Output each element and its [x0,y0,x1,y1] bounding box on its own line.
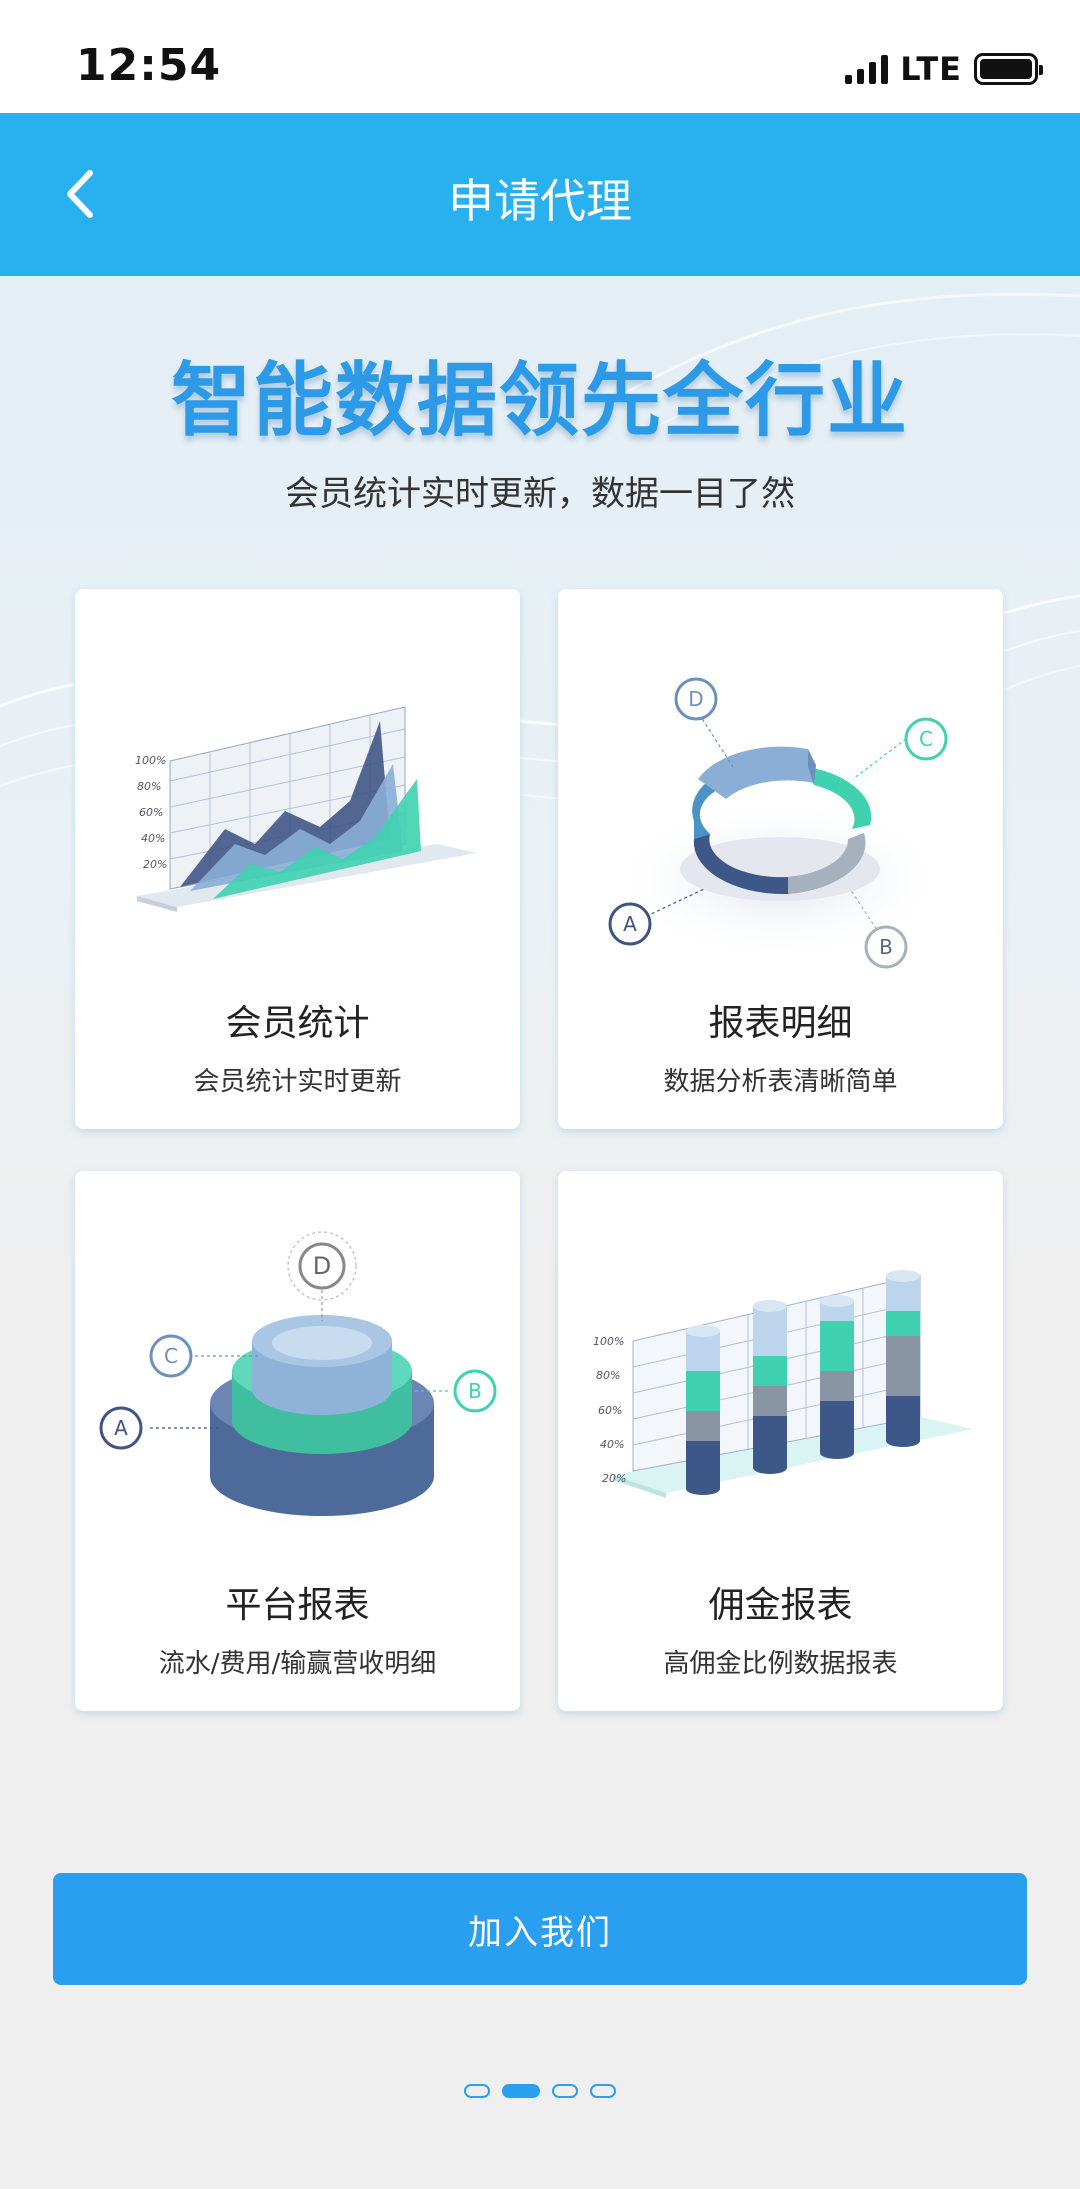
axis-label: 80% [137,780,161,793]
axis-label: 40% [600,1438,624,1451]
pager-dot[interactable] [590,2084,616,2098]
stacked-cylinder-illustration: D C A B [99,1231,497,1536]
marker-a: A [114,1416,128,1440]
area-chart-illustration: 100% 80% 60% 40% 20% [135,706,477,912]
pager-dot[interactable] [464,2084,490,2098]
pager-dot[interactable] [552,2084,578,2098]
card-title: 平台报表 [225,1585,370,1626]
axis-label: 100% [135,754,166,767]
card-desc: 高佣金比例数据报表 [663,1649,898,1679]
status-bar: 12:54 LTE [0,0,1080,113]
card-title: 报表明细 [708,1003,853,1044]
marker-c: C [164,1344,178,1368]
card-member-stats[interactable]: 100% 80% 60% 40% 20% 会员统计 会员统计实时更新 [75,589,520,1129]
card-report-details[interactable]: D C A B 报表明细 数据分析表清晰简单 [558,589,1003,1129]
card-commission-reports[interactable]: 100% 80% 60% 40% 20% 佣金报表 高佣金比例数据报表 [558,1171,1003,1711]
axis-label: 60% [139,806,163,819]
column-chart-illustration: 100% 80% 60% 40% 20% [593,1270,973,1498]
marker-d: D [313,1252,331,1280]
status-indicators: LTE [845,50,1043,88]
card-desc: 流水/费用/输赢营收明细 [158,1649,437,1679]
axis-label: 100% [593,1335,624,1348]
network-label: LTE [900,50,962,88]
card-title: 会员统计 [225,1003,370,1044]
axis-label: 20% [602,1472,626,1485]
axis-label: 40% [141,832,165,845]
battery-icon [974,53,1043,85]
page-indicator [0,2084,1080,2098]
card-platform-reports[interactable]: D C A B 平台报表 流水/费用/输赢营收明细 [75,1171,520,1711]
nav-bar: 申请代理 [0,113,1080,276]
marker-d: D [688,687,703,711]
join-us-button[interactable]: 加入我们 [53,1873,1027,1985]
pager-dot[interactable] [502,2084,540,2098]
ring-chart-illustration: D C A B [608,677,950,969]
marker-a: A [623,912,637,936]
axis-label: 80% [596,1369,620,1382]
card-desc: 会员统计实时更新 [193,1067,402,1097]
status-time: 12:54 [76,40,222,91]
page-title: 申请代理 [448,174,632,228]
axis-label: 60% [598,1404,622,1417]
signal-icon [845,54,889,84]
axis-label: 20% [143,858,167,871]
marker-b: B [879,935,893,959]
marker-c: C [919,727,933,751]
hero-subheadline: 会员统计实时更新，数据一目了然 [285,474,795,514]
marker-b: B [468,1379,482,1403]
card-desc: 数据分析表清晰简单 [663,1067,898,1097]
hero-headline: 智能数据领先全行业 [171,354,909,447]
card-title: 佣金报表 [708,1585,853,1626]
